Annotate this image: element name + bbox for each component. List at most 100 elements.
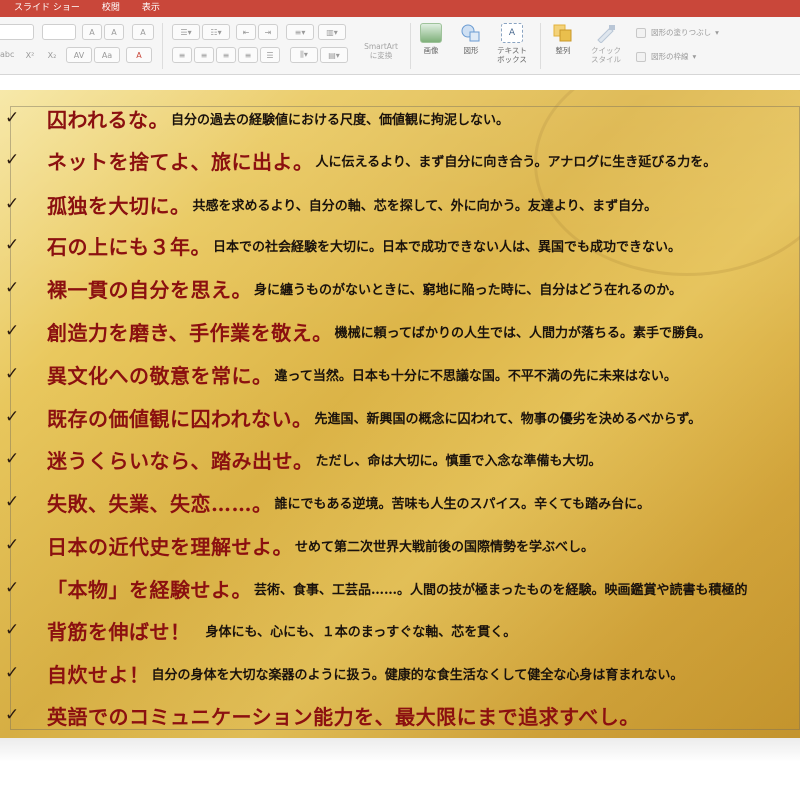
list-item[interactable]: ✓ 異文化への敬意を常に。 違って当然。日本も十分に不思議な国。不平不満の先に未来は… <box>0 352 800 396</box>
list-item[interactable]: ✓ ネットを捨てよ、旅に出よ。 人に伝えるより、まず自分に向き合う。アナログに生き延… <box>0 138 800 182</box>
textbox-button[interactable]: A テキスト ボックス <box>492 23 532 64</box>
check-icon: ✓ <box>5 578 20 598</box>
strikethrough-label[interactable]: abc <box>0 50 14 59</box>
superscript-icon: X² <box>25 50 35 60</box>
decrease-indent-button[interactable]: ⇤ <box>236 24 256 40</box>
list-item[interactable]: ✓ 「本物」を経験せよ。 芸術、食事、工芸品……。人間の技が極まったものを経験。映画… <box>0 566 800 610</box>
align-left-button[interactable]: ≡ <box>172 47 192 63</box>
superscript-button[interactable]: X² <box>20 47 40 63</box>
item-body: 自分の身体を大切な楽器のように扱う。健康的な食生活なくして健全な心身は育まれない… <box>151 667 684 683</box>
list-item[interactable]: ✓ 失敗、失業、失恋……。 誰にでもある逆境。苦味も人生のスパイス。辛くても踏み台に… <box>0 480 800 524</box>
line-spacing-button[interactable]: ≡▾ <box>286 24 314 40</box>
item-body: 機械に頼ってばかりの人生では、人間力が落ちる。素手で勝負。 <box>334 325 711 341</box>
item-heading: 創造力を磨き、手作業を敬え。 <box>47 320 333 345</box>
quick-style-label: クイック スタイル <box>591 46 621 64</box>
bullets-button[interactable]: ☰▾ <box>172 24 200 40</box>
item-body: 自分の過去の経験値における尺度、価値観に拘泥しない。 <box>171 112 510 128</box>
align-center-icon: ≡ <box>200 50 208 60</box>
justify-button[interactable]: ≡ <box>238 47 258 63</box>
item-body: 誰にでもある逆境。苦味も人生のスパイス。辛くても踏み台に。 <box>274 496 651 512</box>
change-case-button[interactable]: Aa <box>94 47 120 63</box>
shrink-font-icon: A <box>111 27 117 37</box>
ribbon-separator <box>162 23 163 69</box>
item-heading: 裸一貫の自分を思え。 <box>47 277 252 302</box>
font-name-field[interactable] <box>0 24 34 40</box>
numbering-button[interactable]: ☷▾ <box>202 24 230 40</box>
font-color-icon: A <box>136 50 142 60</box>
list-item[interactable]: ✓ 英語でのコミュニケーション能力を、最大限にまで追求すべし。 <box>0 693 800 737</box>
list-item[interactable]: ✓ 既存の価値観に囚われない。 先進国、新興国の概念に囚われて、物事の優劣を決めるべ… <box>0 395 800 439</box>
chevron-down-icon: ▾ <box>715 28 719 37</box>
item-body: せめて第二次世界大戦前後の国際情勢を学ぶべし。 <box>295 539 595 555</box>
item-heading: 囚われるな。 <box>47 107 169 132</box>
check-icon: ✓ <box>5 705 20 725</box>
list-item[interactable]: ✓ 孤独を大切に。 共感を求めるより、自分の軸、芯を探して、外に向かう。友達より、ま… <box>0 182 800 226</box>
item-heading: 自炊せよ！ <box>47 662 150 687</box>
quick-style-button[interactable]: クイック スタイル <box>586 23 626 64</box>
shape-fill-button[interactable]: 図形の塗りつぶし ▾ <box>636 27 719 38</box>
check-icon: ✓ <box>5 535 20 555</box>
item-body: 身に纏うものがないときに、窮地に陥った時に、自分はどう在れるのか。 <box>254 282 682 298</box>
clear-format-icon: A <box>140 27 146 37</box>
list-item[interactable]: ✓ 自炊せよ！ 自分の身体を大切な楽器のように扱う。健康的な食生活なくして健全な心身… <box>0 651 800 695</box>
align-text-icon: ▤▾ <box>328 50 340 60</box>
increase-indent-button[interactable]: ⇥ <box>258 24 278 40</box>
arrange-label: 整列 <box>555 46 571 55</box>
shape-icon <box>460 23 482 43</box>
menu-slideshow[interactable]: スライド ショー <box>14 0 80 17</box>
grow-font-button[interactable]: A <box>82 24 102 40</box>
align-text-button[interactable]: ▤▾ <box>320 47 348 63</box>
check-icon: ✓ <box>5 407 20 427</box>
check-icon: ✓ <box>5 278 20 298</box>
char-spacing-button[interactable]: AV <box>66 47 92 63</box>
menu-review[interactable]: 校閲 <box>102 0 120 17</box>
menu-bar: スライド ショー 校閲 表示 <box>0 0 800 17</box>
item-heading: 既存の価値観に囚われない。 <box>47 406 313 431</box>
item-heading: ネットを捨てよ、旅に出よ。 <box>47 149 314 174</box>
distributed-button[interactable]: ☰ <box>260 47 280 63</box>
shrink-font-button[interactable]: A <box>104 24 124 40</box>
text-direction-icon: ⫼▾ <box>300 50 308 59</box>
slide-canvas[interactable]: ✓ 囚われるな。 自分の過去の経験値における尺度、価値観に拘泥しない。 ✓ ネットを捨… <box>0 90 800 738</box>
increase-indent-icon: ⇥ <box>264 27 272 37</box>
ribbon-separator <box>410 23 411 69</box>
align-right-icon: ≡ <box>222 50 230 60</box>
check-icon: ✓ <box>5 321 20 341</box>
clear-format-button[interactable]: A <box>132 24 154 40</box>
item-body: 先進国、新興国の概念に囚われて、物事の優劣を決めるべからず。 <box>314 411 702 427</box>
subscript-button[interactable]: X₂ <box>42 47 62 63</box>
columns-button[interactable]: ▥▾ <box>318 24 346 40</box>
quick-style-icon <box>595 23 617 44</box>
item-heading: 英語でのコミュニケーション能力を、最大限にまで追求すべし。 <box>47 704 640 729</box>
list-item[interactable]: ✓ 迷うくらいなら、踏み出せ。 ただし、命は大切に。慎重で入念な準備も大切。 <box>0 437 800 481</box>
font-size-field[interactable] <box>42 24 76 40</box>
bullets-icon: ☰▾ <box>180 27 192 37</box>
item-heading: 失敗、失業、失恋……。 <box>47 491 273 516</box>
shape-outline-button[interactable]: 図形の枠線 ▾ <box>636 51 696 62</box>
picture-button[interactable]: 画像 <box>414 23 448 55</box>
item-body: 芸術、食事、工芸品……。人間の技が極まったものを経験。映画鑑賞や読書も積極的 <box>254 582 748 598</box>
align-center-button[interactable]: ≡ <box>194 47 214 63</box>
item-heading: 孤独を大切に。 <box>47 193 191 218</box>
menu-view[interactable]: 表示 <box>142 0 160 17</box>
paint-bucket-icon <box>636 27 646 38</box>
font-color-button[interactable]: A <box>126 47 152 63</box>
pen-icon <box>636 51 646 62</box>
item-body: ただし、命は大切に。慎重で入念な準備も大切。 <box>315 453 602 469</box>
list-item[interactable]: ✓ 日本の近代史を理解せよ。 せめて第二次世界大戦前後の国際情勢を学ぶべし。 <box>0 523 800 567</box>
text-direction-button[interactable]: ⫼▾ <box>290 47 318 63</box>
check-icon: ✓ <box>5 235 20 255</box>
list-item[interactable]: ✓ 裸一貫の自分を思え。 身に纏うものがないときに、窮地に陥った時に、自分はどう在れ… <box>0 266 800 310</box>
check-icon: ✓ <box>5 663 20 683</box>
list-item[interactable]: ✓ 囚われるな。 自分の過去の経験値における尺度、価値観に拘泥しない。 <box>0 96 800 140</box>
arrange-button[interactable]: 整列 <box>546 23 580 55</box>
align-right-button[interactable]: ≡ <box>216 47 236 63</box>
list-item[interactable]: ✓ 石の上にも３年。 日本での社会経験を大切に。日本で成功できない人は、異国でも成功… <box>0 223 800 267</box>
shape-button[interactable]: 図形 <box>454 23 488 55</box>
list-item[interactable]: ✓ 背筋を伸ばせ！ 身体にも、心にも、１本のまっすぐな軸、芯を貫く。 <box>0 608 800 652</box>
smartart-button[interactable]: SmartArt に変換 <box>356 42 406 60</box>
list-item[interactable]: ✓ 創造力を磨き、手作業を敬え。 機械に頼ってばかりの人生では、人間力が落ちる。素手… <box>0 309 800 353</box>
picture-icon <box>420 23 442 43</box>
chevron-down-icon: ▾ <box>692 52 697 61</box>
char-spacing-icon: AV <box>73 50 85 60</box>
